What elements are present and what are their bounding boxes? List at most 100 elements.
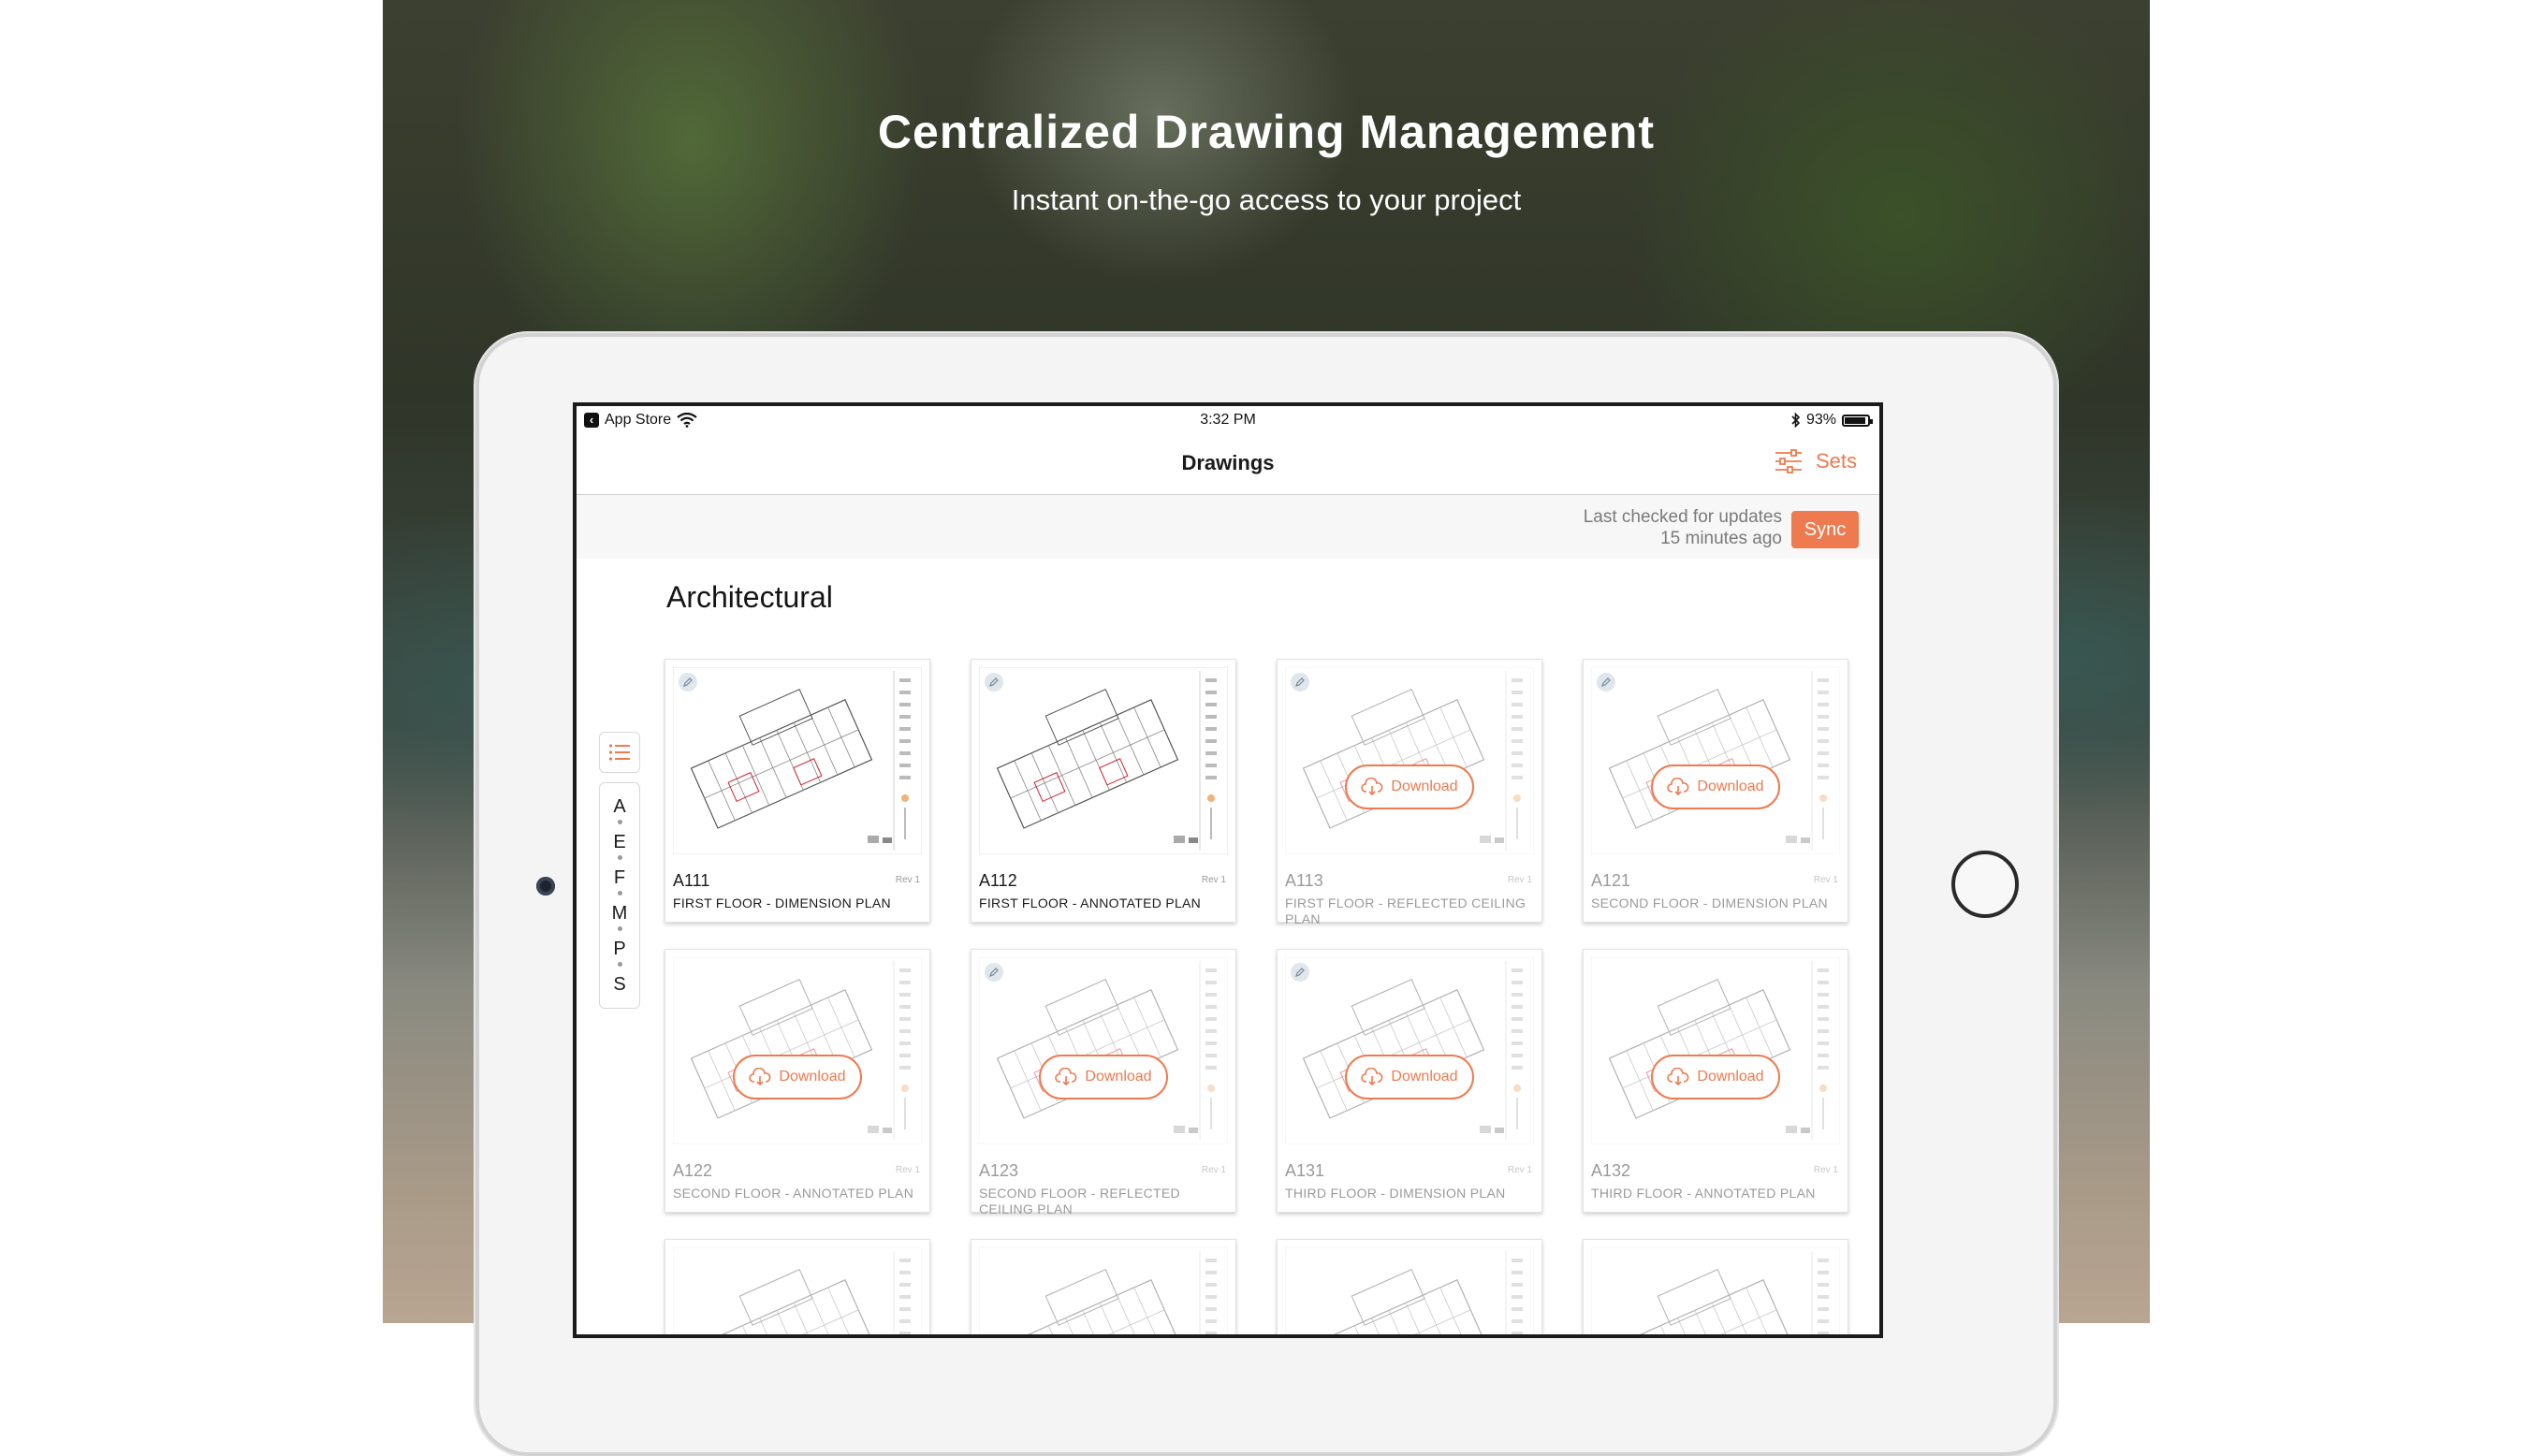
- home-button[interactable]: [1951, 851, 2019, 918]
- drawing-thumbnail: [1590, 666, 1841, 855]
- thumbnail: [672, 1246, 923, 1334]
- drawing-revision: Rev 1: [1507, 1165, 1532, 1175]
- cloud-download-icon: [1055, 1068, 1077, 1086]
- drawing-code: A112: [979, 871, 1017, 890]
- drawing-card[interactable]: Download A123 Rev 1 SECOND FLOOR - REFLECTE…: [971, 949, 1236, 1216]
- drawing-revision: Rev 1: [895, 1165, 920, 1175]
- index-letter[interactable]: S: [600, 972, 639, 997]
- markup-pencil-icon: [679, 673, 697, 692]
- drawing-code: A111: [673, 871, 710, 890]
- drawing-revision: Rev 1: [1201, 875, 1226, 885]
- drawing-name: THIRD FLOOR - ANNOTATED PLAN: [1591, 1186, 1816, 1201]
- drawing-code: A121: [1591, 871, 1631, 890]
- download-label: Download: [1085, 1069, 1152, 1085]
- drawing-thumbnail: [672, 666, 923, 855]
- drawing-code: A132: [1591, 1161, 1631, 1180]
- drawing-card[interactable]: Download A113 Rev 1 FIRST FLOOR - REFLECTED…: [1277, 659, 1542, 926]
- thumbnail: [1590, 1246, 1841, 1334]
- download-label: Download: [779, 1069, 846, 1085]
- nav-bar: Drawings Sets: [577, 434, 1879, 495]
- drawing-name: THIRD FLOOR - DIMENSION PLAN: [1285, 1186, 1506, 1201]
- app-screen: ‹ App Store 3:32 PM 93% Drawings Sets La…: [573, 402, 1883, 1338]
- drawing-revision: Rev 1: [1201, 1165, 1226, 1175]
- sets-button[interactable]: Sets: [1775, 449, 1857, 473]
- drawing-name: SECOND FLOOR - REFLECTED CEILING PLAN: [979, 1186, 1180, 1216]
- drawing-thumbnail: [672, 956, 923, 1145]
- drawing-card[interactable]: [1583, 1239, 1848, 1334]
- download-button[interactable]: Download: [1039, 1055, 1168, 1099]
- thumbnail: [1590, 956, 1841, 1145]
- markup-pencil-icon: [1291, 963, 1309, 982]
- sync-strip: Last checked for updates 15 minutes ago …: [577, 495, 1879, 559]
- drawing-name: FIRST FLOOR - ANNOTATED PLAN: [979, 895, 1202, 910]
- sliders-icon: [1775, 449, 1802, 473]
- battery-percent: 93%: [1805, 412, 1836, 428]
- drawing-revision: Rev 1: [1813, 1165, 1838, 1175]
- download-button[interactable]: Download: [733, 1055, 862, 1099]
- drawing-card[interactable]: Download A131 Rev 1 THIRD FLOOR - DIMENSION…: [1277, 949, 1542, 1213]
- sync-button[interactable]: Sync: [1791, 511, 1859, 548]
- drawing-card[interactable]: [665, 1239, 930, 1334]
- download-button[interactable]: Download: [1651, 1055, 1780, 1099]
- markup-pencil-icon: [1597, 673, 1615, 692]
- thumbnail: [978, 1246, 1229, 1334]
- page-title: Drawings: [1181, 451, 1275, 474]
- drawing-revision: Rev 1: [1507, 875, 1532, 885]
- index-letter[interactable]: E: [600, 830, 639, 854]
- thumbnail: [1284, 666, 1535, 855]
- download-button[interactable]: Download: [1345, 1055, 1474, 1099]
- last-checked-text: Last checked for updates 15 minutes ago: [1583, 507, 1782, 548]
- index-letter[interactable]: A: [600, 794, 639, 819]
- drawing-card[interactable]: [971, 1239, 1236, 1334]
- drawing-card[interactable]: [1277, 1239, 1542, 1334]
- drawing-thumbnail: [978, 1246, 1229, 1334]
- list-icon: [608, 744, 630, 761]
- download-button[interactable]: Download: [1345, 764, 1474, 809]
- battery-icon: [1842, 414, 1873, 427]
- cloud-download-icon: [1667, 778, 1689, 796]
- drawing-name: SECOND FLOOR - DIMENSION PLAN: [1591, 895, 1828, 910]
- markup-pencil-icon: [985, 673, 1003, 692]
- markup-pencil-icon: [985, 963, 1003, 982]
- status-bar: ‹ App Store 3:32 PM 93%: [577, 406, 1879, 434]
- drawing-card[interactable]: Download A132 Rev 1 THIRD FLOOR - ANNOTATED…: [1583, 949, 1848, 1213]
- cloud-download-icon: [1361, 1068, 1383, 1086]
- drawing-thumbnail: [1284, 956, 1535, 1145]
- drawing-code: A122: [673, 1161, 713, 1180]
- thumbnail: [672, 956, 923, 1145]
- download-label: Download: [1697, 1069, 1764, 1085]
- drawing-code: A131: [1285, 1161, 1325, 1180]
- cloud-download-icon: [1361, 778, 1383, 796]
- drawing-thumbnail: [1284, 666, 1535, 855]
- drawing-card[interactable]: Download A122 Rev 1 SECOND FLOOR - ANNOTATE…: [665, 949, 930, 1213]
- bluetooth-icon: [1791, 413, 1801, 428]
- drawing-card[interactable]: A112 Rev 1 FIRST FLOOR - ANNOTATED PLAN: [971, 659, 1236, 923]
- drawing-thumbnail: [978, 956, 1229, 1145]
- index-letter[interactable]: F: [600, 866, 639, 890]
- markup-pencil-icon: [1291, 673, 1309, 692]
- list-view-button[interactable]: [599, 732, 640, 773]
- thumbnail: [1284, 1246, 1535, 1334]
- thumbnail: [978, 666, 1229, 855]
- thumbnail: [978, 956, 1229, 1145]
- camera-icon: [536, 877, 555, 895]
- drawing-revision: Rev 1: [1813, 875, 1838, 885]
- thumbnail: [1284, 956, 1535, 1145]
- index-letter[interactable]: P: [600, 937, 639, 961]
- drawing-code: A123: [979, 1161, 1019, 1180]
- drawing-thumbnail: [1590, 956, 1841, 1145]
- drawing-name: SECOND FLOOR - ANNOTATED PLAN: [673, 1186, 914, 1201]
- thumbnail: [672, 666, 923, 855]
- drawing-card[interactable]: A111 Rev 1 FIRST FLOOR - DIMENSION PLAN: [665, 659, 930, 923]
- drawing-thumbnail: [1284, 1246, 1535, 1334]
- section-index: AEFMPS: [599, 732, 640, 1078]
- download-button[interactable]: Download: [1651, 764, 1780, 809]
- index-letters: AEFMPS: [599, 782, 640, 1009]
- index-letter[interactable]: M: [600, 901, 639, 925]
- download-label: Download: [1697, 779, 1764, 794]
- cloud-download-icon: [749, 1068, 771, 1086]
- drawing-name: FIRST FLOOR - REFLECTED CEILING PLAN: [1285, 895, 1526, 926]
- drawing-revision: Rev 1: [895, 875, 920, 885]
- drawing-card[interactable]: Download A121 Rev 1 SECOND FLOOR - DIMENSIO…: [1583, 659, 1848, 923]
- battery-fill: [1845, 416, 1866, 424]
